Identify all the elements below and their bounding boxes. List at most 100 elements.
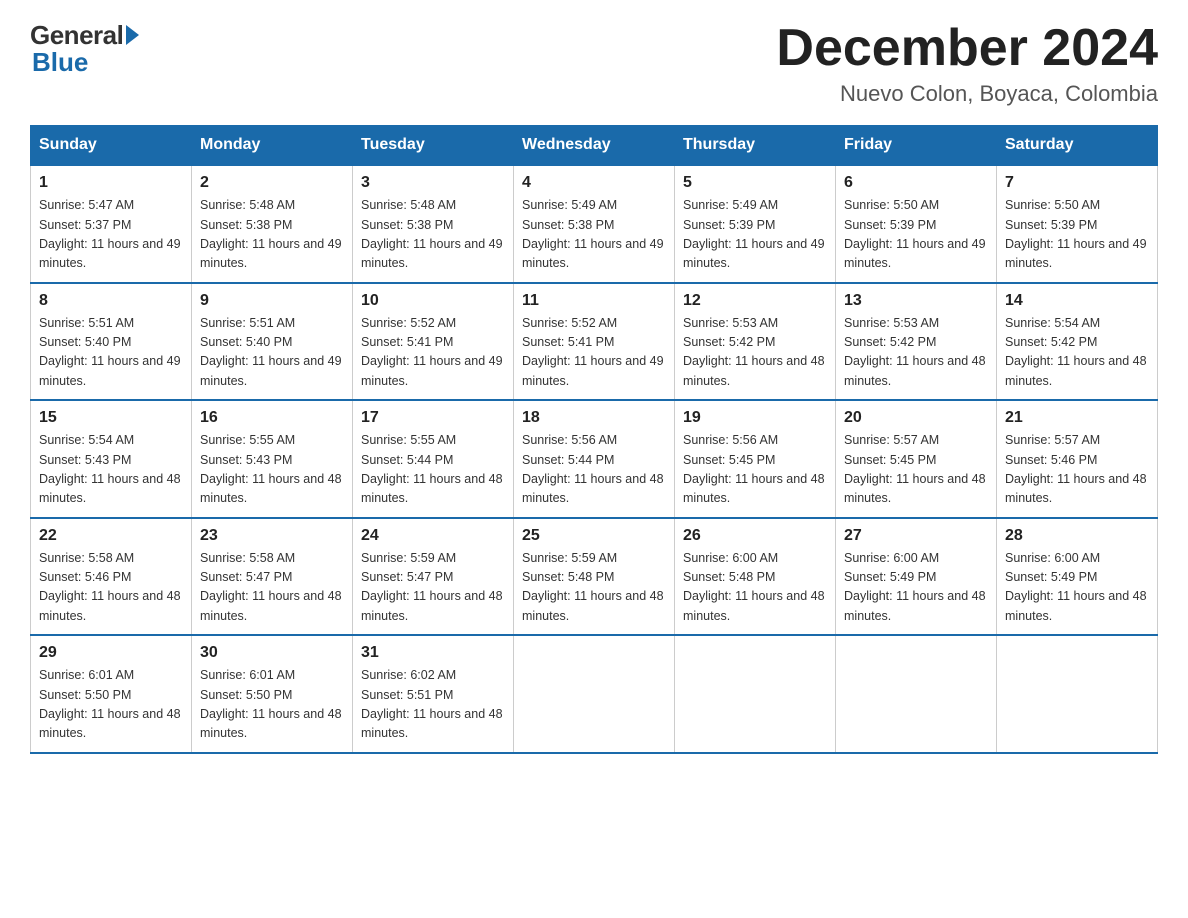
daylight-label: Daylight: 11 hours and 49 minutes. (522, 354, 664, 387)
header: General Blue December 2024 Nuevo Colon, … (30, 20, 1158, 107)
day-number: 21 (1005, 409, 1149, 427)
daylight-label: Daylight: 11 hours and 48 minutes. (844, 472, 986, 505)
col-header-monday: Monday (192, 126, 353, 166)
sunrise-label: Sunrise: 5:53 AM (683, 316, 778, 330)
table-row: 12 Sunrise: 5:53 AM Sunset: 5:42 PM Dayl… (675, 283, 836, 401)
day-info: Sunrise: 5:54 AM Sunset: 5:42 PM Dayligh… (1005, 314, 1149, 392)
table-row: 23 Sunrise: 5:58 AM Sunset: 5:47 PM Dayl… (192, 518, 353, 636)
sunset-label: Sunset: 5:47 PM (361, 570, 453, 584)
daylight-label: Daylight: 11 hours and 48 minutes. (361, 589, 503, 622)
daylight-label: Daylight: 11 hours and 49 minutes. (1005, 237, 1147, 270)
sunrise-label: Sunrise: 5:50 AM (1005, 198, 1100, 212)
day-number: 14 (1005, 292, 1149, 310)
col-header-saturday: Saturday (997, 126, 1158, 166)
sunrise-label: Sunrise: 5:49 AM (522, 198, 617, 212)
day-number: 8 (39, 292, 183, 310)
day-number: 25 (522, 527, 666, 545)
sunset-label: Sunset: 5:40 PM (200, 335, 292, 349)
logo-arrow-icon (126, 25, 139, 45)
day-number: 24 (361, 527, 505, 545)
day-info: Sunrise: 5:53 AM Sunset: 5:42 PM Dayligh… (844, 314, 988, 392)
sunrise-label: Sunrise: 5:58 AM (200, 551, 295, 565)
sunset-label: Sunset: 5:38 PM (361, 218, 453, 232)
sunrise-label: Sunrise: 6:02 AM (361, 668, 456, 682)
table-row: 1 Sunrise: 5:47 AM Sunset: 5:37 PM Dayli… (31, 165, 192, 283)
sunset-label: Sunset: 5:41 PM (522, 335, 614, 349)
day-info: Sunrise: 5:56 AM Sunset: 5:45 PM Dayligh… (683, 431, 827, 509)
week-row-3: 15 Sunrise: 5:54 AM Sunset: 5:43 PM Dayl… (31, 400, 1158, 518)
sunrise-label: Sunrise: 6:01 AM (200, 668, 295, 682)
day-info: Sunrise: 6:01 AM Sunset: 5:50 PM Dayligh… (200, 666, 344, 744)
sunset-label: Sunset: 5:38 PM (200, 218, 292, 232)
day-info: Sunrise: 6:01 AM Sunset: 5:50 PM Dayligh… (39, 666, 183, 744)
table-row (675, 635, 836, 753)
week-row-5: 29 Sunrise: 6:01 AM Sunset: 5:50 PM Dayl… (31, 635, 1158, 753)
sunrise-label: Sunrise: 5:54 AM (1005, 316, 1100, 330)
day-info: Sunrise: 5:58 AM Sunset: 5:47 PM Dayligh… (200, 549, 344, 627)
day-number: 30 (200, 644, 344, 662)
day-number: 4 (522, 174, 666, 192)
day-number: 16 (200, 409, 344, 427)
day-info: Sunrise: 5:57 AM Sunset: 5:45 PM Dayligh… (844, 431, 988, 509)
sunrise-label: Sunrise: 5:54 AM (39, 433, 134, 447)
sunset-label: Sunset: 5:44 PM (522, 453, 614, 467)
sunset-label: Sunset: 5:51 PM (361, 688, 453, 702)
sunset-label: Sunset: 5:48 PM (683, 570, 775, 584)
day-info: Sunrise: 5:55 AM Sunset: 5:43 PM Dayligh… (200, 431, 344, 509)
sunrise-label: Sunrise: 5:49 AM (683, 198, 778, 212)
sunset-label: Sunset: 5:46 PM (39, 570, 131, 584)
sunset-label: Sunset: 5:39 PM (844, 218, 936, 232)
sunrise-label: Sunrise: 5:55 AM (200, 433, 295, 447)
location-title: Nuevo Colon, Boyaca, Colombia (776, 81, 1158, 107)
table-row: 11 Sunrise: 5:52 AM Sunset: 5:41 PM Dayl… (514, 283, 675, 401)
day-number: 12 (683, 292, 827, 310)
table-row: 6 Sunrise: 5:50 AM Sunset: 5:39 PM Dayli… (836, 165, 997, 283)
table-row: 29 Sunrise: 6:01 AM Sunset: 5:50 PM Dayl… (31, 635, 192, 753)
logo: General Blue (30, 20, 139, 78)
table-row: 17 Sunrise: 5:55 AM Sunset: 5:44 PM Dayl… (353, 400, 514, 518)
sunrise-label: Sunrise: 6:00 AM (844, 551, 939, 565)
sunrise-label: Sunrise: 5:53 AM (844, 316, 939, 330)
sunrise-label: Sunrise: 6:01 AM (39, 668, 134, 682)
col-header-sunday: Sunday (31, 126, 192, 166)
sunrise-label: Sunrise: 5:58 AM (39, 551, 134, 565)
day-info: Sunrise: 5:48 AM Sunset: 5:38 PM Dayligh… (361, 196, 505, 274)
daylight-label: Daylight: 11 hours and 49 minutes. (683, 237, 825, 270)
table-row: 8 Sunrise: 5:51 AM Sunset: 5:40 PM Dayli… (31, 283, 192, 401)
day-number: 23 (200, 527, 344, 545)
day-number: 5 (683, 174, 827, 192)
week-row-2: 8 Sunrise: 5:51 AM Sunset: 5:40 PM Dayli… (31, 283, 1158, 401)
daylight-label: Daylight: 11 hours and 49 minutes. (522, 237, 664, 270)
day-info: Sunrise: 6:00 AM Sunset: 5:49 PM Dayligh… (1005, 549, 1149, 627)
table-row (514, 635, 675, 753)
table-row: 31 Sunrise: 6:02 AM Sunset: 5:51 PM Dayl… (353, 635, 514, 753)
day-number: 20 (844, 409, 988, 427)
table-row: 24 Sunrise: 5:59 AM Sunset: 5:47 PM Dayl… (353, 518, 514, 636)
day-number: 19 (683, 409, 827, 427)
sunrise-label: Sunrise: 5:56 AM (522, 433, 617, 447)
daylight-label: Daylight: 11 hours and 48 minutes. (200, 589, 342, 622)
daylight-label: Daylight: 11 hours and 48 minutes. (522, 472, 664, 505)
col-header-tuesday: Tuesday (353, 126, 514, 166)
sunset-label: Sunset: 5:49 PM (844, 570, 936, 584)
sunrise-label: Sunrise: 6:00 AM (683, 551, 778, 565)
day-number: 31 (361, 644, 505, 662)
day-info: Sunrise: 6:02 AM Sunset: 5:51 PM Dayligh… (361, 666, 505, 744)
daylight-label: Daylight: 11 hours and 49 minutes. (361, 354, 503, 387)
day-number: 13 (844, 292, 988, 310)
col-header-thursday: Thursday (675, 126, 836, 166)
day-info: Sunrise: 5:52 AM Sunset: 5:41 PM Dayligh… (522, 314, 666, 392)
day-info: Sunrise: 5:59 AM Sunset: 5:47 PM Dayligh… (361, 549, 505, 627)
month-title: December 2024 (776, 20, 1158, 77)
day-number: 3 (361, 174, 505, 192)
sunset-label: Sunset: 5:50 PM (39, 688, 131, 702)
sunrise-label: Sunrise: 5:50 AM (844, 198, 939, 212)
sunrise-label: Sunrise: 5:56 AM (683, 433, 778, 447)
logo-blue-text: Blue (32, 47, 88, 78)
table-row: 25 Sunrise: 5:59 AM Sunset: 5:48 PM Dayl… (514, 518, 675, 636)
week-row-1: 1 Sunrise: 5:47 AM Sunset: 5:37 PM Dayli… (31, 165, 1158, 283)
sunrise-label: Sunrise: 5:59 AM (522, 551, 617, 565)
daylight-label: Daylight: 11 hours and 48 minutes. (1005, 589, 1147, 622)
table-row: 20 Sunrise: 5:57 AM Sunset: 5:45 PM Dayl… (836, 400, 997, 518)
day-number: 10 (361, 292, 505, 310)
